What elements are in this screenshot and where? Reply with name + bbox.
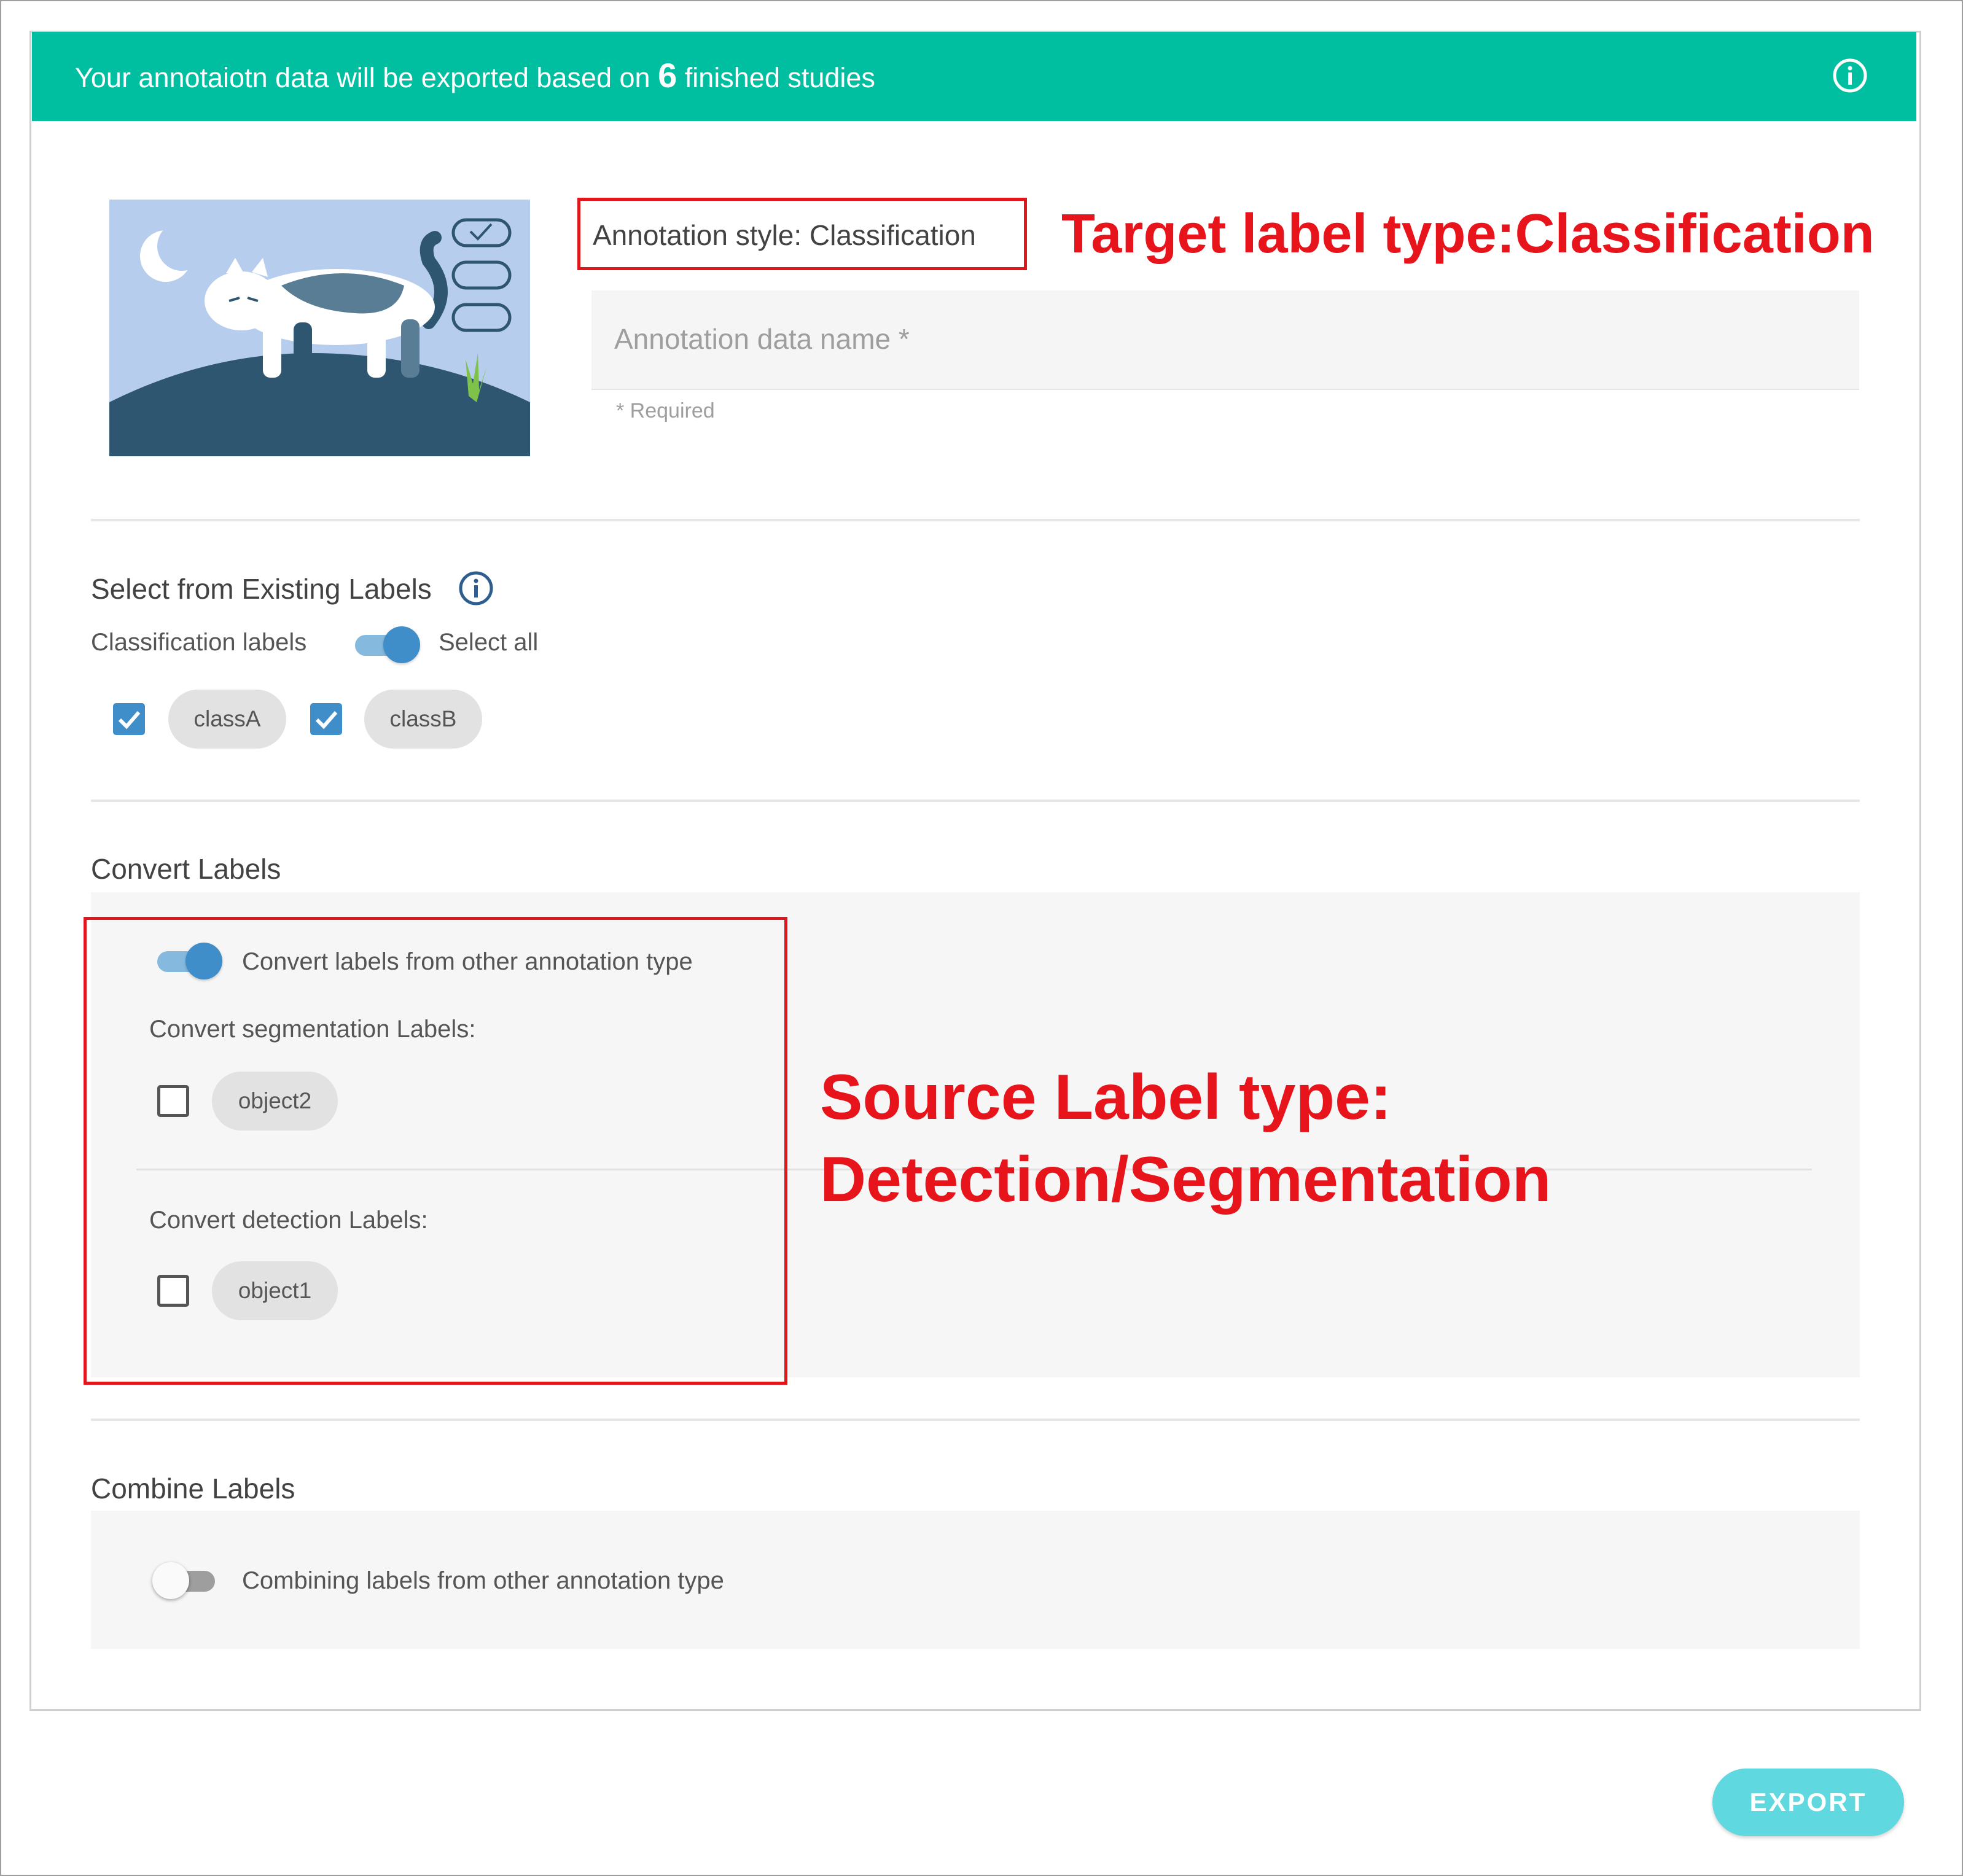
checkmark-icon (118, 711, 141, 730)
classification-illustration (109, 200, 530, 456)
combine-labels-toggle[interactable] (152, 1562, 221, 1599)
source-label-type-note: Source Label type: Detection/Segmentatio… (820, 1056, 1551, 1221)
finished-study-count: 6 (658, 56, 677, 95)
annotation-data-name-placeholder: Annotation data name * (614, 323, 910, 355)
toggle-knob (383, 626, 420, 663)
annotation-style-label: Annotation style: Classification (593, 219, 976, 251)
section-divider (91, 1419, 1860, 1421)
existing-labels-title: Select from Existing Labels (91, 573, 432, 605)
toggle-knob (152, 1562, 189, 1599)
export-button[interactable]: EXPORT (1712, 1769, 1904, 1836)
section-divider (91, 519, 1860, 521)
banner-message: Your annotaiotn data will be exported ba… (75, 55, 875, 95)
classA-checkbox[interactable] (113, 703, 145, 735)
label-chip-classB: classB (364, 690, 482, 749)
info-circle-icon[interactable] (1832, 57, 1868, 94)
info-circle-icon[interactable] (458, 570, 494, 607)
banner-prefix: Your annotaiotn data will be exported ba… (75, 62, 650, 93)
required-hint: * Required (616, 399, 715, 422)
banner-suffix: finished studies (684, 62, 875, 93)
export-info-banner: Your annotaiotn data will be exported ba… (32, 32, 1916, 121)
classification-labels-label: Classification labels (91, 629, 307, 656)
source-note-line1: Source Label type: (820, 1062, 1392, 1133)
select-all-label: Select all (439, 629, 539, 656)
checkmark-icon (315, 711, 338, 730)
select-all-toggle[interactable] (351, 626, 420, 663)
combine-toggle-label: Combining labels from other annotation t… (242, 1567, 724, 1594)
convert-labels-title: Convert Labels (91, 853, 281, 885)
target-label-type-note: Target label type:Classification (1061, 203, 1875, 265)
source-note-line2: Detection/Segmentation (820, 1144, 1551, 1215)
classB-checkbox[interactable] (310, 703, 342, 735)
section-divider (91, 800, 1860, 802)
convert-labels-highlight (84, 917, 787, 1385)
combine-labels-title: Combine Labels (91, 1473, 295, 1504)
label-chip-classA: classA (168, 690, 286, 749)
